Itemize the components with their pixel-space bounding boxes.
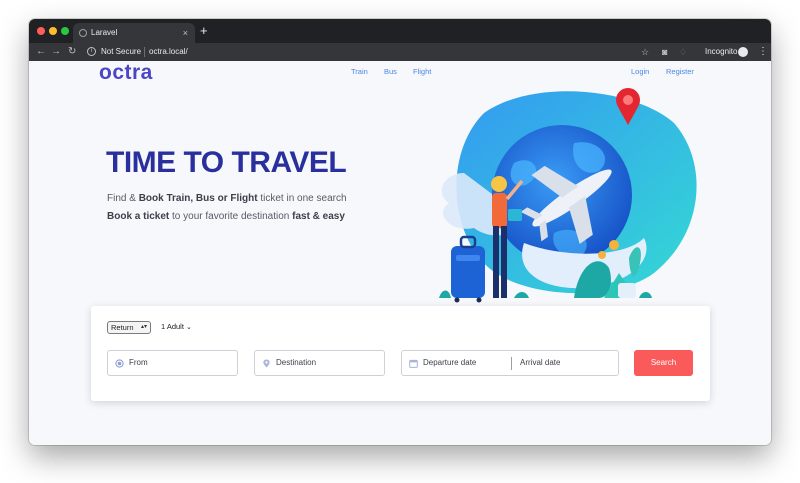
tab-strip: Laravel × + xyxy=(29,19,771,43)
close-window-button[interactable] xyxy=(37,27,45,35)
browser-window: Laravel × + ← → ↻ i Not Secure octra.loc… xyxy=(29,19,771,445)
address-divider xyxy=(144,47,145,57)
incognito-icon[interactable] xyxy=(738,47,748,57)
travel-illustration xyxy=(439,88,697,303)
trip-type-select[interactable]: Return ▴▾ xyxy=(107,321,151,334)
new-tab-button[interactable]: + xyxy=(200,21,208,41)
calendar-icon xyxy=(409,359,418,368)
hero-subtitle-2: Book a ticket to your favorite destinati… xyxy=(107,211,345,222)
minimize-window-button[interactable] xyxy=(49,27,57,35)
site-logo[interactable]: octra xyxy=(99,61,153,85)
destination-field[interactable]: Destination xyxy=(254,350,385,376)
arrival-date-placeholder[interactable]: Arrival date xyxy=(520,351,560,375)
search-card: Return ▴▾ 1 Adult ⌄ From Destination Dep… xyxy=(91,306,710,401)
page-content: octra Train Bus Flight Login Register TI… xyxy=(29,61,771,445)
address-bar[interactable]: i Not Secure octra.local/ xyxy=(83,45,688,59)
browser-tab[interactable]: Laravel × xyxy=(73,23,195,43)
tab-close-icon[interactable]: × xyxy=(183,23,188,43)
origin-circle-icon xyxy=(115,359,124,368)
nav-bus[interactable]: Bus xyxy=(384,67,397,76)
back-icon[interactable]: ← xyxy=(36,43,46,61)
destination-placeholder: Destination xyxy=(276,358,317,367)
date-divider xyxy=(511,357,512,370)
hero-title: TIME TO TRAVEL xyxy=(106,146,347,179)
tab-title: Laravel xyxy=(91,28,118,37)
forward-icon[interactable]: → xyxy=(51,43,61,61)
camera-icon[interactable]: ◙ xyxy=(662,43,667,61)
security-label: Not Secure xyxy=(101,47,142,56)
star-icon[interactable]: ☆ xyxy=(641,43,649,61)
hero-subtitle-1: Find & Book Train, Bus or Flight ticket … xyxy=(107,193,347,204)
select-arrows-icon: ▴▾ xyxy=(140,324,147,330)
browser-toolbar: ← → ↻ i Not Secure octra.local/ ☆ ◙ ♢ In… xyxy=(29,43,771,61)
dates-field[interactable]: Departure date Arrival date xyxy=(401,350,619,376)
departure-date-placeholder[interactable]: Departure date xyxy=(423,351,476,375)
incognito-label: Incognito xyxy=(705,47,738,56)
info-icon[interactable]: i xyxy=(87,47,96,56)
chevron-down-icon: ⌄ xyxy=(186,324,192,331)
from-placeholder: From xyxy=(129,358,148,367)
passenger-count: 1 Adult xyxy=(161,322,184,331)
from-field[interactable]: From xyxy=(107,350,238,376)
extension-icon[interactable]: ♢ xyxy=(679,43,687,61)
location-pin-icon xyxy=(263,359,270,368)
nav-train[interactable]: Train xyxy=(351,67,368,76)
login-link[interactable]: Login xyxy=(631,67,649,76)
register-link[interactable]: Register xyxy=(666,67,694,76)
reload-icon[interactable]: ↻ xyxy=(68,43,76,61)
passenger-dropdown[interactable]: 1 Adult ⌄ xyxy=(161,322,192,331)
globe-icon xyxy=(79,29,87,37)
search-button[interactable]: Search xyxy=(634,350,693,376)
menu-icon[interactable]: ⋮ xyxy=(758,43,768,61)
url-text[interactable]: octra.local/ xyxy=(149,45,188,59)
trip-type-value: Return xyxy=(111,323,134,332)
nav-flight[interactable]: Flight xyxy=(413,67,431,76)
maximize-window-button[interactable] xyxy=(61,27,69,35)
